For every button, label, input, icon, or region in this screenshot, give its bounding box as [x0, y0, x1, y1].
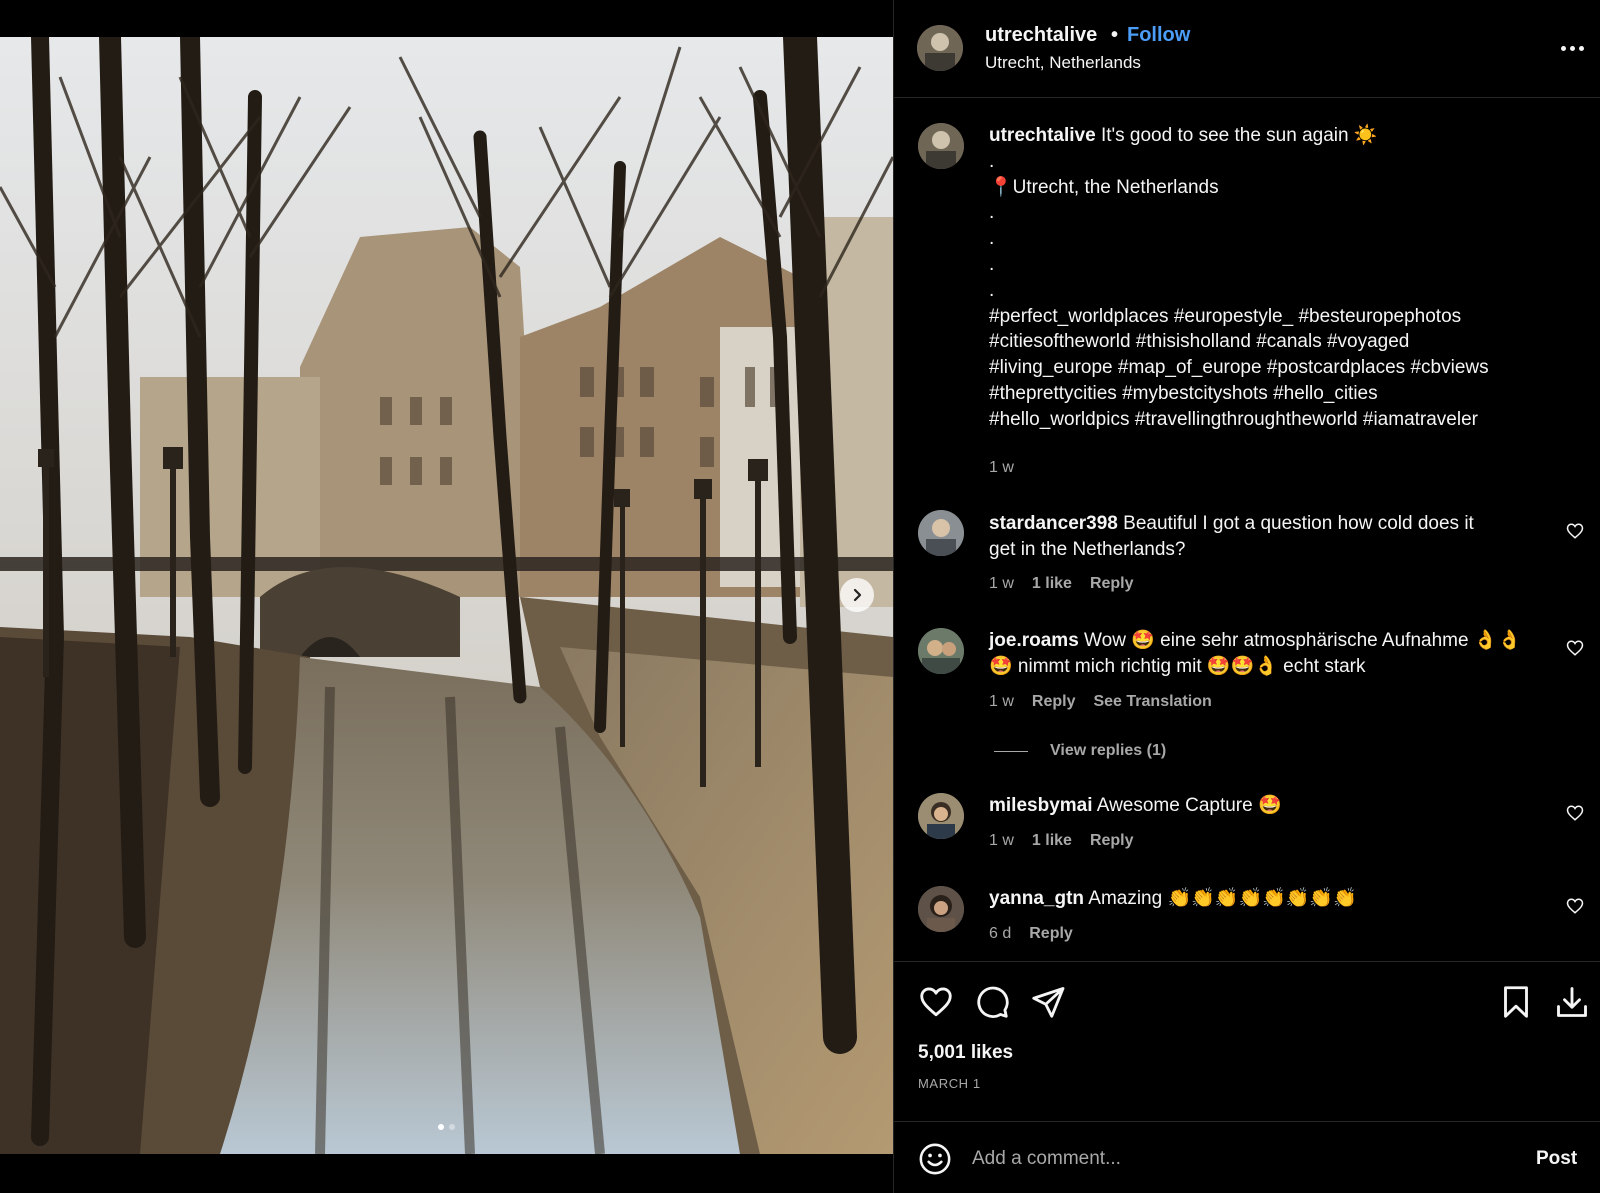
caption-meta: 1 w [989, 459, 1014, 477]
likes-count[interactable]: 5,001 likes [918, 1042, 1013, 1064]
avatar-image [918, 628, 964, 674]
comment-body: 🤩 nimmt mich richtig mit 🤩🤩👌 echt stark [989, 655, 1366, 677]
caption-hashtags[interactable]: #citiesoftheworld #thisisholland #canals… [989, 329, 1569, 355]
comment-text: yanna_gtn Amazing 👏👏👏👏👏👏👏👏 [989, 886, 1549, 912]
download-icon[interactable] [1554, 984, 1590, 1020]
like-heart-icon[interactable] [918, 984, 954, 1020]
comment-avatar[interactable] [918, 510, 964, 556]
avatar-image [918, 123, 964, 169]
comment-time: 1 w [989, 575, 1014, 592]
post-location[interactable]: Utrecht, Netherlands [985, 53, 1141, 73]
comment-likes[interactable]: 1 like [1032, 832, 1072, 850]
header-separator: • [1111, 24, 1119, 46]
comment-text: stardancer398 Beautiful I got a question… [989, 511, 1549, 562]
author-avatar[interactable] [917, 25, 963, 71]
comment-time: 1 w [989, 693, 1014, 710]
comment-meta: 1 w Reply See Translation [989, 693, 1212, 711]
avatar-image [918, 886, 964, 932]
comment-likes[interactable]: 1 like [1032, 575, 1072, 593]
caption-line: . [989, 228, 995, 250]
post-header: utrechtalive • Follow Utrecht, Netherlan… [894, 0, 1600, 98]
comment-time: 1 w [989, 832, 1014, 849]
comment-username[interactable]: yanna_gtn [989, 888, 1084, 909]
post-actions: 5,001 likes MARCH 1 [894, 961, 1600, 1121]
caption-line: . [989, 150, 995, 172]
post-comment-button[interactable]: Post [1536, 1148, 1577, 1170]
post-date: MARCH 1 [918, 1076, 981, 1091]
like-comment-heart-icon[interactable] [1566, 804, 1584, 822]
comment-username[interactable]: stardancer398 [989, 513, 1118, 534]
view-replies-label: View replies (1) [1050, 742, 1167, 759]
comment-body: Awesome Capture 🤩 [1096, 795, 1282, 816]
comment-bubble-icon[interactable] [974, 984, 1010, 1020]
comments-list[interactable]: utrechtalive It's good to see the sun ag… [894, 99, 1600, 960]
see-translation-button[interactable]: See Translation [1093, 693, 1211, 711]
reply-button[interactable]: Reply [1090, 832, 1134, 850]
comment-body: get in the Netherlands? [989, 538, 1186, 560]
caption-hashtags[interactable]: #perfect_worldplaces #europestyle_ #best… [989, 304, 1569, 330]
comment-avatar[interactable] [918, 628, 964, 674]
save-bookmark-icon[interactable] [1498, 984, 1534, 1020]
caption-hashtags[interactable]: #theprettycities #mybestcityshots #hello… [989, 381, 1569, 407]
share-paper-plane-icon[interactable] [1030, 984, 1066, 1020]
avatar-image [917, 25, 963, 71]
emoji-smiley-icon[interactable] [918, 1142, 952, 1176]
canal-photo-illustration [0, 37, 893, 1154]
caption-hashtags[interactable]: #hello_worldpics #travellingthroughthewo… [989, 407, 1569, 433]
caption-line: . [989, 253, 995, 275]
add-comment-bar: Post [894, 1121, 1600, 1193]
carousel-indicator [0, 1124, 893, 1130]
caption-line: 📍Utrecht, the Netherlands [989, 176, 1219, 198]
caption-line: . [989, 279, 995, 301]
reply-button[interactable]: Reply [1029, 925, 1073, 943]
avatar-image [918, 793, 964, 839]
comment-body: Wow 🤩 eine sehr atmosphärische Aufnahme … [1084, 630, 1522, 651]
comment-username[interactable]: milesbymai [989, 795, 1093, 816]
caption-line: It's good to see the sun again ☀️ [1100, 125, 1378, 146]
author-username[interactable]: utrechtalive [985, 24, 1097, 47]
caption-time: 1 w [989, 459, 1014, 476]
comment-input[interactable] [972, 1142, 1492, 1176]
carousel-dot [449, 1124, 455, 1130]
like-comment-heart-icon[interactable] [1566, 639, 1584, 657]
reply-button[interactable]: Reply [1090, 575, 1134, 593]
post-caption: utrechtalive It's good to see the sun ag… [989, 123, 1569, 433]
replies-divider-line [994, 750, 1028, 752]
more-options-icon[interactable] [1554, 34, 1590, 62]
comment-time: 6 d [989, 925, 1012, 942]
comment-avatar[interactable] [918, 793, 964, 839]
comment-meta: 6 d Reply [989, 925, 1073, 943]
comment-username[interactable]: joe.roams [989, 630, 1079, 651]
caption-avatar[interactable] [918, 123, 964, 169]
photo-pane [0, 0, 893, 1193]
carousel-dot [438, 1124, 444, 1130]
comment-body: Beautiful I got a question how cold does… [1123, 513, 1474, 534]
like-comment-heart-icon[interactable] [1566, 897, 1584, 915]
reply-button[interactable]: Reply [1032, 693, 1076, 711]
chevron-right-icon [853, 588, 862, 602]
avatar-image [918, 510, 964, 556]
comment-meta: 1 w 1 like Reply [989, 832, 1134, 850]
comment-meta: 1 w 1 like Reply [989, 575, 1134, 593]
next-photo-button[interactable] [840, 578, 874, 612]
comment-avatar[interactable] [918, 886, 964, 932]
caption-line: . [989, 202, 995, 224]
follow-button[interactable]: Follow [1127, 24, 1190, 47]
like-comment-heart-icon[interactable] [1566, 522, 1584, 540]
caption-username[interactable]: utrechtalive [989, 125, 1096, 146]
view-replies-button[interactable]: View replies (1) [994, 742, 1166, 760]
post-side-panel: utrechtalive • Follow Utrecht, Netherlan… [893, 0, 1600, 1193]
comment-text: joe.roams Wow 🤩 eine sehr atmosphärische… [989, 628, 1549, 679]
post-photo[interactable] [0, 37, 893, 1154]
comment-body: Amazing 👏👏👏👏👏👏👏👏 [1088, 888, 1357, 909]
comment-text: milesbymai Awesome Capture 🤩 [989, 793, 1549, 819]
caption-hashtags[interactable]: #living_europe #map_of_europe #postcardp… [989, 355, 1569, 381]
